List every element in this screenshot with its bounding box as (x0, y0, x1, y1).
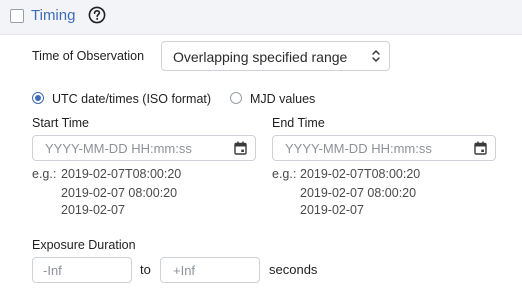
exposure-max-input[interactable]: +Inf (160, 257, 260, 283)
start-time-input[interactable]: YYYY-MM-DD HH:mm:ss (32, 135, 256, 161)
end-example-1: 2019-02-07T08:00:20 (300, 167, 421, 181)
section-title[interactable]: Timing (31, 7, 75, 24)
end-time-placeholder: YYYY-MM-DD HH:mm:ss (285, 141, 432, 156)
start-example-1: 2019-02-07T08:00:20 (61, 167, 182, 181)
exposure-label: Exposure Duration (32, 238, 136, 252)
observation-select-value: Overlapping specified range (173, 49, 348, 65)
end-time-label: End Time (272, 116, 325, 130)
utc-radio[interactable] (32, 92, 44, 104)
start-eg-prefix: e.g.: (32, 167, 57, 181)
end-example-3: 2019-02-07 (300, 203, 364, 217)
exposure-unit-label: seconds (269, 262, 318, 277)
end-eg-prefix: e.g.: (272, 167, 297, 181)
observation-label: Time of Observation (32, 49, 145, 63)
mjd-radio-label[interactable]: MJD values (250, 92, 315, 106)
utc-radio-label[interactable]: UTC date/times (ISO format) (52, 92, 211, 106)
observation-select[interactable]: Overlapping specified range (161, 41, 390, 71)
calendar-icon[interactable] (474, 141, 487, 155)
exposure-max-placeholder: +Inf (173, 263, 196, 278)
calendar-icon[interactable] (234, 141, 247, 155)
start-time-label: Start Time (32, 116, 89, 130)
start-time-placeholder: YYYY-MM-DD HH:mm:ss (45, 141, 192, 156)
end-time-input[interactable]: YYYY-MM-DD HH:mm:ss (272, 135, 496, 161)
mjd-radio[interactable] (230, 92, 242, 104)
start-example-3: 2019-02-07 (61, 203, 125, 217)
section-header: Timing (0, 0, 522, 35)
chevron-up-down-icon (372, 50, 380, 62)
exposure-min-input[interactable]: -Inf (32, 257, 132, 283)
question-circle-icon[interactable] (88, 6, 106, 24)
timing-checkbox[interactable] (10, 9, 24, 23)
exposure-min-placeholder: -Inf (43, 263, 62, 278)
exposure-to-label: to (140, 262, 151, 277)
